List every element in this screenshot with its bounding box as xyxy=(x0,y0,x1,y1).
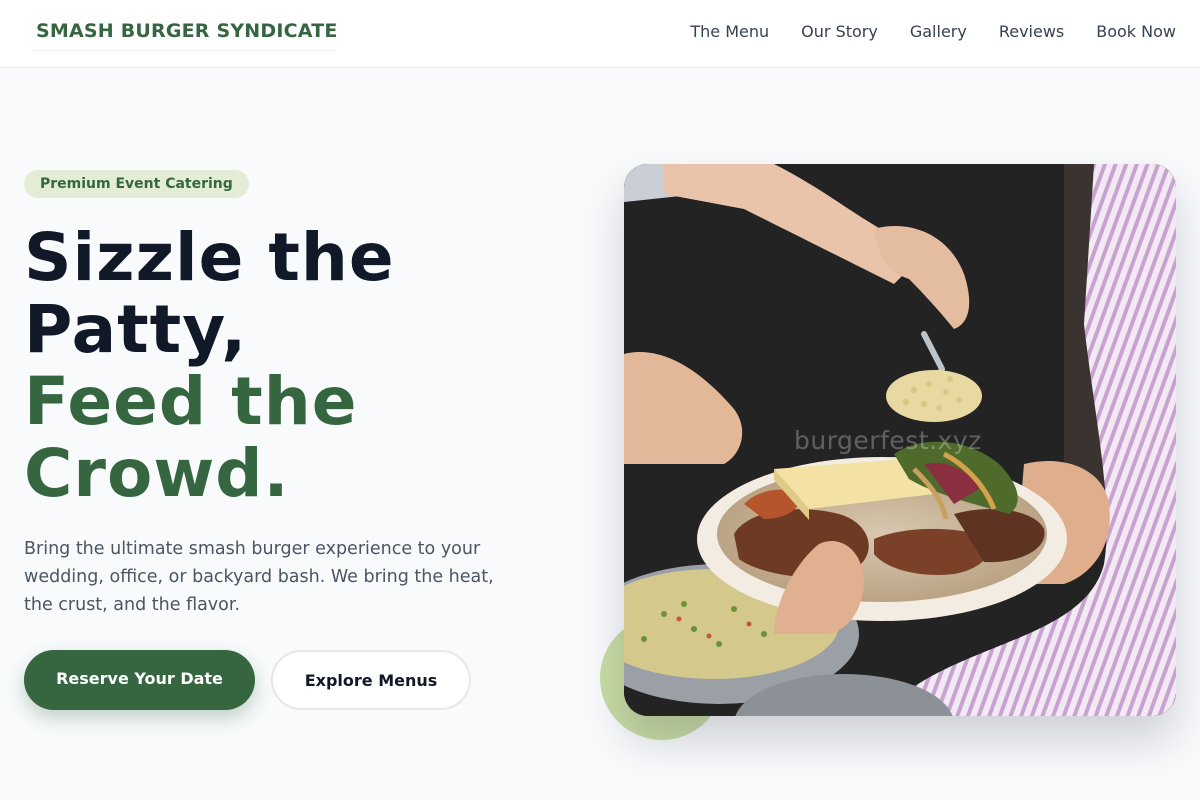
reserve-date-button[interactable]: Reserve Your Date xyxy=(24,650,255,710)
explore-menus-button[interactable]: Explore Menus xyxy=(271,650,471,710)
brand-divider xyxy=(32,50,334,51)
nav-link-our-story[interactable]: Our Story xyxy=(801,22,878,41)
headline-line-2: Patty, xyxy=(24,291,248,368)
hero-description: Bring the ultimate smash burger experien… xyxy=(24,539,494,615)
top-navbar: SMASH BURGER SYNDICATE The Menu Our Stor… xyxy=(0,0,1200,68)
nav-link-gallery[interactable]: Gallery xyxy=(910,22,967,41)
event-catering-badge: Premium Event Catering xyxy=(24,170,249,198)
hero-headline: Sizzle the Patty, Feed the Crowd. xyxy=(24,222,395,510)
nav-link-the-menu[interactable]: The Menu xyxy=(690,22,769,41)
headline-accent-line-1: Feed the xyxy=(24,363,358,440)
nav-link-book-now[interactable]: Book Now xyxy=(1096,22,1176,41)
brand-logo[interactable]: SMASH BURGER SYNDICATE xyxy=(36,20,338,42)
nav-links: The Menu Our Story Gallery Reviews Book … xyxy=(690,22,1176,41)
nav-link-reviews[interactable]: Reviews xyxy=(999,22,1064,41)
hero-food-photo: burgerfest.xyz xyxy=(624,164,1176,716)
headline-line-1: Sizzle the xyxy=(24,219,395,296)
photo-watermark: burgerfest.xyz xyxy=(794,426,982,455)
headline-accent-line-2: Crowd. xyxy=(24,435,290,512)
